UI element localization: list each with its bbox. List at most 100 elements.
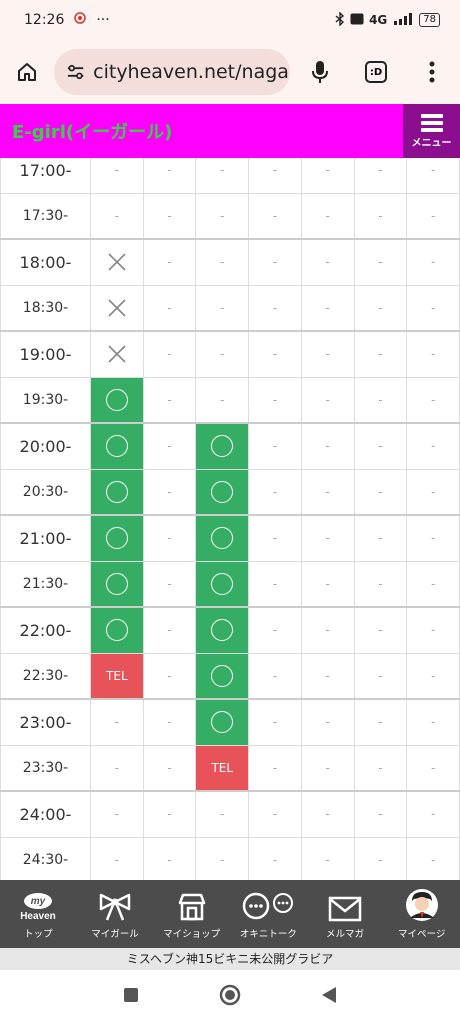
schedule-row: 19:30- - - - - - -	[0, 376, 460, 424]
empty-slot: -	[300, 836, 355, 880]
available-slot[interactable]	[90, 422, 144, 470]
empty-slot: -	[406, 560, 460, 608]
tel-slot[interactable]: TEL	[195, 744, 250, 792]
empty-slot: -	[406, 744, 460, 792]
time-label: 18:00-	[0, 238, 91, 286]
shop-icon	[178, 893, 205, 921]
available-slot[interactable]	[195, 468, 250, 516]
empty-slot: -	[300, 560, 355, 608]
available-slot[interactable]	[195, 698, 250, 746]
time-label: 19:00-	[0, 330, 91, 378]
empty-slot: -	[300, 192, 355, 240]
nav-okini-talk-label: オキニトーク	[239, 929, 297, 940]
available-circle-icon	[105, 435, 128, 458]
available-slot[interactable]	[195, 514, 250, 562]
empty-slot: -	[142, 158, 197, 194]
empty-slot: -	[406, 836, 460, 880]
battery-indicator: 78	[419, 13, 440, 27]
available-slot[interactable]	[90, 514, 144, 562]
recents-button[interactable]	[123, 987, 139, 1007]
available-slot[interactable]	[195, 422, 250, 470]
empty-slot: -	[406, 698, 460, 746]
hamburger-icon	[420, 114, 443, 132]
nav-okini-talk[interactable]: オキニトーク	[230, 880, 307, 948]
available-circle-icon	[105, 527, 128, 550]
site-title[interactable]: E-girl(イーガール)	[12, 118, 172, 144]
available-slot[interactable]	[90, 376, 144, 424]
empty-slot: -	[142, 192, 197, 240]
status-more-dots: ···	[96, 12, 110, 28]
empty-slot: -	[195, 376, 250, 424]
tab-switcher-button[interactable]: :D	[348, 61, 404, 83]
empty-slot: -	[300, 790, 355, 838]
time-label: 23:30-	[0, 744, 91, 792]
promo-banner[interactable]: ミスヘブン神15ビキニ未公開グラビア	[0, 948, 460, 970]
back-button[interactable]	[321, 986, 337, 1008]
tel-slot[interactable]: TEL	[90, 652, 144, 700]
available-circle-icon	[211, 619, 234, 642]
empty-slot: -	[353, 652, 408, 700]
empty-slot: -	[248, 744, 302, 792]
schedule-row: 17:30- - - - - - - -	[0, 192, 460, 240]
empty-slot: -	[300, 158, 355, 194]
nav-top[interactable]: my Heaven トップ	[0, 880, 77, 948]
available-circle-icon	[105, 388, 128, 411]
schedule-row: 24:00- - - - - - - -	[0, 790, 460, 838]
voice-search-button[interactable]	[292, 60, 348, 84]
time-label: 21:00-	[0, 514, 91, 562]
available-circle-icon	[105, 480, 128, 503]
available-slot[interactable]	[90, 606, 144, 654]
empty-slot: -	[300, 698, 355, 746]
schedule-row: 24:30- - - - - - - -	[0, 836, 460, 880]
available-slot[interactable]	[195, 652, 250, 700]
empty-slot: -	[248, 158, 302, 194]
notification-icon	[74, 12, 87, 28]
browser-menu-button[interactable]	[404, 61, 460, 83]
empty-slot: -	[406, 238, 460, 286]
empty-slot: -	[90, 790, 144, 838]
address-bar[interactable]: cityheaven.net/nagas	[54, 49, 290, 95]
status-bar: 12:26 ··· 4G 78	[0, 0, 460, 40]
empty-slot: -	[195, 790, 250, 838]
nav-my-page[interactable]: マイページ	[383, 880, 460, 948]
unavailable-slot	[90, 238, 144, 286]
available-circle-icon	[105, 619, 128, 642]
empty-slot: -	[90, 836, 144, 880]
circle-home-icon	[219, 984, 241, 1006]
available-slot[interactable]	[90, 468, 144, 516]
empty-slot: -	[300, 468, 355, 516]
nav-top-label: トップ	[24, 929, 53, 940]
empty-slot: -	[248, 192, 302, 240]
time-label: 22:00-	[0, 606, 91, 654]
available-slot[interactable]	[195, 560, 250, 608]
home-nav-button[interactable]	[219, 984, 241, 1010]
mail-icon	[328, 896, 362, 922]
schedule-row: 23:30- - - TEL - - - -	[0, 744, 460, 792]
available-slot[interactable]	[90, 560, 144, 608]
empty-slot: -	[300, 238, 355, 286]
empty-slot: -	[353, 192, 408, 240]
empty-slot: -	[406, 606, 460, 654]
cross-icon	[108, 253, 126, 271]
menu-button[interactable]: メニュー	[403, 104, 460, 158]
available-circle-icon	[211, 572, 234, 595]
nav-mail-magazine[interactable]: メルマガ	[307, 880, 384, 948]
nav-my-page-label: マイページ	[398, 929, 446, 940]
nav-my-girl[interactable]: マイガール	[77, 880, 154, 948]
empty-slot: -	[406, 468, 460, 516]
system-nav-bar	[0, 970, 460, 1024]
empty-slot: -	[406, 652, 460, 700]
home-button[interactable]	[0, 61, 54, 83]
empty-slot: -	[248, 560, 302, 608]
empty-slot: -	[353, 790, 408, 838]
empty-slot: -	[406, 158, 460, 194]
empty-slot: -	[142, 376, 197, 424]
available-slot[interactable]	[195, 606, 250, 654]
schedule-row: 20:30- - - - - -	[0, 468, 460, 516]
empty-slot: -	[195, 192, 250, 240]
schedule-row: 18:30- - - - - - -	[0, 284, 460, 332]
time-label: 22:30-	[0, 652, 91, 700]
empty-slot: -	[195, 238, 250, 286]
microphone-icon	[312, 61, 328, 83]
nav-my-shop[interactable]: マイショップ	[153, 880, 230, 948]
